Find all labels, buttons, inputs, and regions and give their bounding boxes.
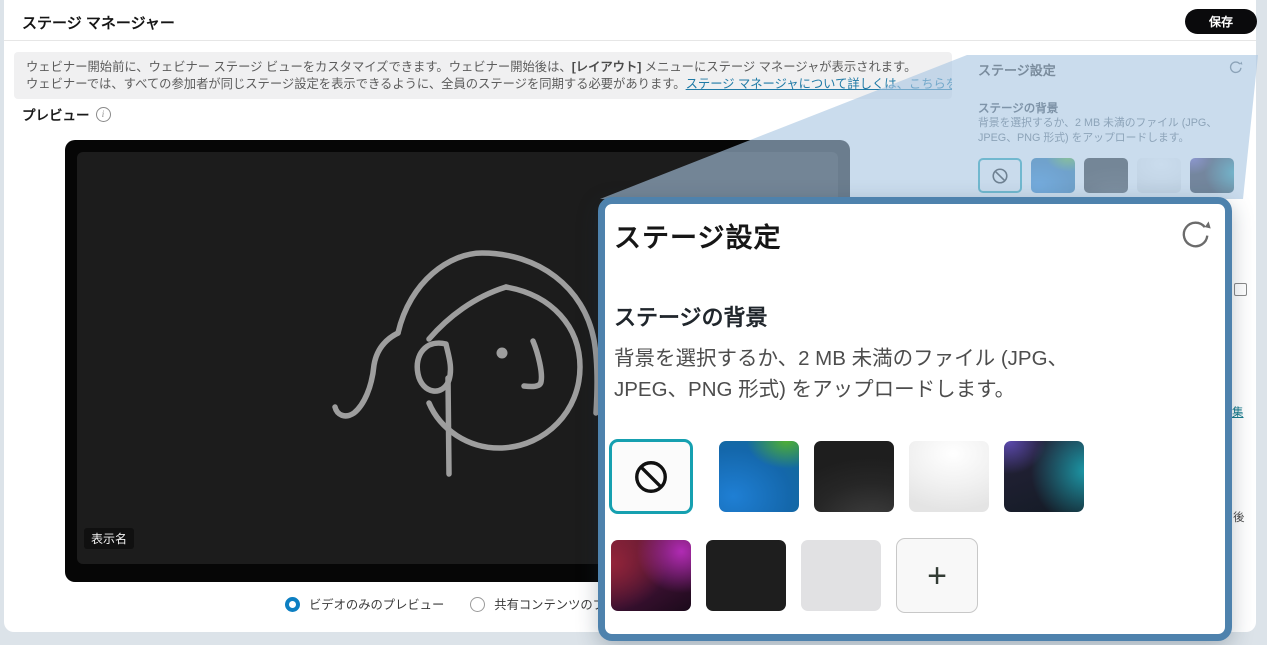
radio-unselected-icon[interactable]: [470, 597, 485, 612]
preview-mode-radios: ビデオのみのプレビュー 共有コンテンツのプレビ: [285, 595, 630, 613]
bg-option-none[interactable]: [609, 439, 693, 514]
radio-selected-icon[interactable]: [285, 597, 300, 612]
callout-background-description: 背景を選択するか、2 MB 未満のファイル (JPG、 JPEG、PNG 形式)…: [614, 343, 1068, 405]
save-button[interactable]: 保存: [1185, 9, 1257, 34]
bg-option-blue-green[interactable]: [719, 441, 799, 512]
banner-line1: ウェビナー開始前に、ウェビナー ステージ ビューをカスタマイズできます。ウェビナ…: [26, 59, 940, 76]
bg-option-light[interactable]: [909, 441, 989, 512]
bg-option-red-magenta[interactable]: [611, 540, 691, 611]
sidebar-text-fragment: 後: [1233, 509, 1245, 525]
sidebar-background-heading: ステージの背景: [978, 100, 1058, 116]
bg-option-gray[interactable]: [801, 540, 881, 611]
refresh-icon-large[interactable]: [1178, 218, 1212, 252]
bg-option-purple-teal[interactable]: [1004, 441, 1084, 512]
refresh-icon[interactable]: [1228, 60, 1243, 75]
stage-settings-callout: ステージ設定 ステージの背景 背景を選択するか、2 MB 未満のファイル (JP…: [598, 197, 1232, 641]
bg-option-add[interactable]: +: [896, 538, 978, 613]
no-background-icon: [632, 458, 670, 496]
bg-option-dark[interactable]: [1084, 158, 1128, 193]
callout-background-heading: ステージの背景: [614, 300, 768, 332]
stage-manager-page: ステージ マネージャー 保存 ウェビナー開始前に、ウェビナー ステージ ビューを…: [0, 0, 1267, 645]
bg-option-purple-teal[interactable]: [1190, 158, 1234, 193]
bg-option-none[interactable]: [978, 158, 1022, 193]
banner-line2: ウェビナーでは、すべての参加者が同じステージ設定を表示できるように、全員のステー…: [26, 76, 940, 93]
bg-option-dark[interactable]: [814, 441, 894, 512]
info-icon[interactable]: i: [96, 107, 111, 122]
no-background-icon: [991, 167, 1009, 185]
bg-option-light[interactable]: [1137, 158, 1181, 193]
bg-option-black[interactable]: [706, 540, 786, 611]
plus-icon: +: [927, 559, 947, 593]
background-options-row1: [611, 439, 1084, 514]
preview-label: プレビュー i: [22, 104, 111, 124]
page-title: ステージ マネージャー: [22, 12, 175, 33]
callout-title: ステージ設定: [614, 216, 781, 255]
sidebar-background-options: [978, 158, 1234, 193]
sidebar-stage-settings-title: ステージ設定: [978, 60, 1056, 79]
info-banner: ウェビナー開始前に、ウェビナー ステージ ビューをカスタマイズできます。ウェビナ…: [14, 52, 952, 99]
radio-video-only[interactable]: ビデオのみのプレビュー: [285, 595, 444, 613]
learn-more-link[interactable]: ステージ マネージャについて詳しくは、こちらをご覧ください。: [686, 77, 952, 91]
edit-link-fragment[interactable]: 集: [1232, 404, 1244, 420]
layout-menu-emphasis: [レイアウト]: [572, 60, 642, 74]
header-divider: [4, 40, 1256, 41]
sync-checkbox-fragment[interactable]: [1234, 283, 1247, 296]
background-options-row2: +: [611, 538, 978, 613]
sidebar-background-description: 背景を選択するか、2 MB 未満のファイル (JPG、JPEG、PNG 形式) …: [978, 116, 1242, 146]
bg-option-blue-green[interactable]: [1031, 158, 1075, 193]
display-name-badge: 表示名: [84, 528, 134, 549]
